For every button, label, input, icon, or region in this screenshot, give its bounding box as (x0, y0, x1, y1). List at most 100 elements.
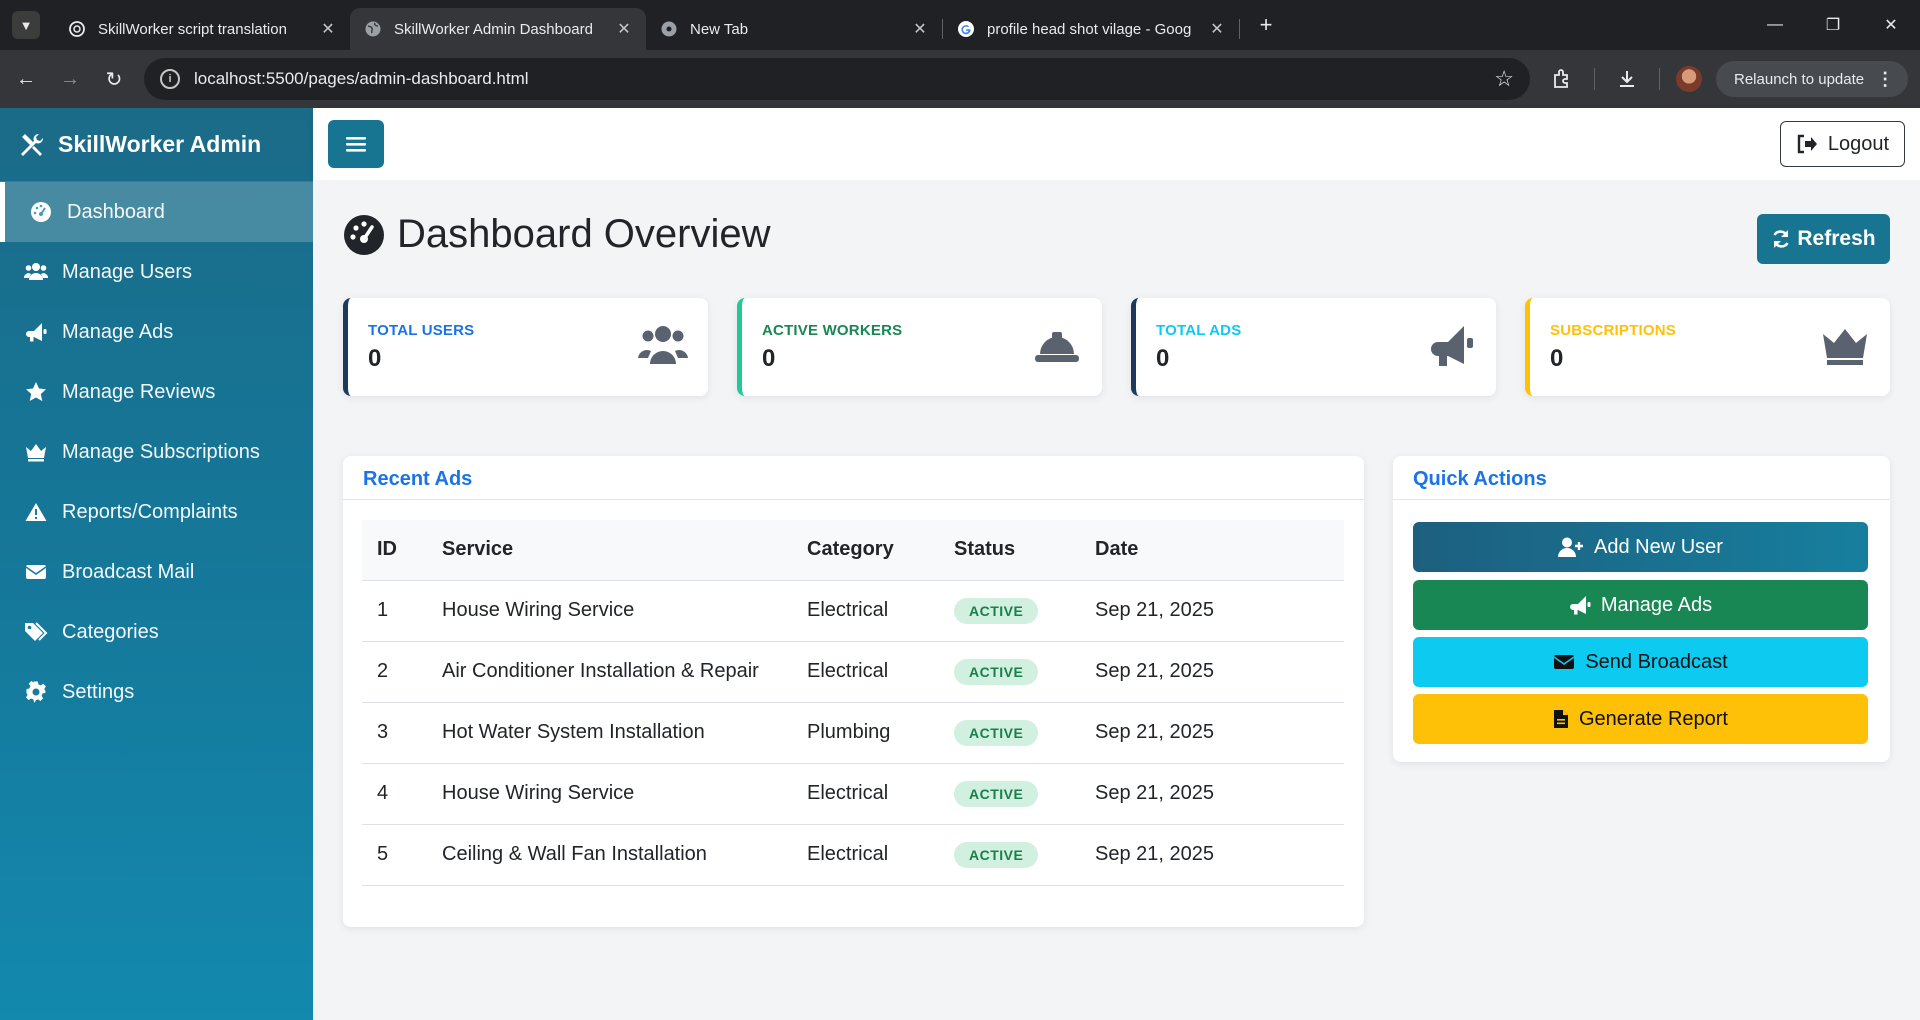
refresh-button[interactable]: Refresh (1757, 214, 1890, 264)
back-icon[interactable]: ← (8, 61, 44, 97)
cell-id: 2 (362, 641, 427, 703)
hamburger-icon (346, 137, 366, 152)
globe-icon (364, 20, 382, 38)
column-header: ID (362, 520, 427, 581)
tab-admin-dashboard[interactable]: SkillWorker Admin Dashboard ✕ (350, 8, 646, 50)
sidebar-item-reports[interactable]: Reports/Complaints (0, 482, 313, 542)
star-icon (24, 380, 48, 404)
column-header: Date (1080, 520, 1344, 581)
cell-category: Electrical (792, 641, 939, 703)
table-header-row: ID Service Category Status Date (362, 520, 1344, 581)
refresh-icon (1773, 230, 1790, 248)
stats-row: TOTAL USERS 0 ACTIVE WORKERS 0 TOTAL ADS… (343, 298, 1890, 396)
cell-date: Sep 21, 2025 (1080, 641, 1344, 703)
sidebar-item-label: Categories (62, 620, 159, 643)
sidebar-item-manage-ads[interactable]: Manage Ads (0, 302, 313, 362)
cell-category: Electrical (792, 824, 939, 886)
sidebar: SkillWorker Admin Dashboard Manage Users… (0, 108, 313, 1020)
tab-title: profile head shot vilage - Goog (987, 20, 1192, 38)
tab-skillworker-translation[interactable]: SkillWorker script translation ✕ (54, 8, 350, 50)
gauge-icon (344, 214, 384, 255)
sidebar-item-broadcast-mail[interactable]: Broadcast Mail (0, 542, 313, 602)
extensions-icon[interactable] (1542, 59, 1582, 99)
sidebar-toggle-button[interactable] (328, 120, 384, 168)
close-icon[interactable]: ✕ (318, 19, 338, 39)
card-title: Recent Ads (343, 456, 1364, 500)
tab-search-button[interactable]: ▼ (12, 11, 40, 39)
close-icon[interactable]: ✕ (1207, 19, 1227, 39)
sidebar-item-label: Dashboard (67, 200, 165, 223)
sidebar-item-settings[interactable]: Settings (0, 662, 313, 722)
status-badge: ACTIVE (954, 597, 1039, 624)
cell-date: Sep 21, 2025 (1080, 702, 1344, 764)
tab-google-search[interactable]: profile head shot vilage - Goog ✕ (943, 8, 1239, 50)
bookmark-star-icon[interactable]: ☆ (1494, 66, 1514, 92)
table-row[interactable]: 5 Ceiling & Wall Fan Installation Electr… (362, 824, 1344, 886)
recent-ads-card: Recent Ads ID Service Category Status Da… (343, 456, 1364, 927)
generate-report-button[interactable]: Generate Report (1413, 694, 1868, 744)
close-window-icon[interactable]: ✕ (1862, 0, 1920, 50)
quick-actions-card: Quick Actions Add New User Manage Ads Se… (1393, 456, 1890, 762)
sidebar-item-label: Manage Ads (62, 320, 174, 343)
cell-date: Sep 21, 2025 (1080, 580, 1344, 642)
url-text[interactable]: localhost:5500/pages/admin-dashboard.htm… (194, 69, 1494, 89)
table-row[interactable]: 4 House Wiring Service Electrical ACTIVE… (362, 763, 1344, 825)
envelope-icon (1553, 655, 1575, 669)
logout-button[interactable]: Logout (1780, 121, 1905, 167)
sidebar-item-label: Broadcast Mail (62, 560, 195, 583)
cell-id: 4 (362, 763, 427, 825)
sidebar-item-label: Manage Reviews (62, 380, 216, 403)
table-row[interactable]: 1 House Wiring Service Electrical ACTIVE… (362, 580, 1344, 642)
minimize-icon[interactable]: — (1746, 0, 1804, 50)
tab-title: SkillWorker Admin Dashboard (394, 20, 593, 38)
cell-service: House Wiring Service (427, 580, 792, 642)
more-menu-icon[interactable]: ⋮ (1876, 69, 1894, 90)
sidebar-brand[interactable]: SkillWorker Admin (0, 108, 313, 182)
new-tab-button[interactable]: + (1252, 12, 1280, 38)
sign-out-icon (1797, 134, 1817, 154)
reload-icon[interactable]: ↻ (96, 61, 132, 97)
tab-new-tab[interactable]: New Tab ✕ (646, 8, 942, 50)
forward-icon[interactable]: → (52, 61, 88, 97)
envelope-icon (24, 560, 48, 584)
users-icon (638, 326, 688, 364)
add-new-user-button[interactable]: Add New User (1413, 522, 1868, 572)
card-title: Quick Actions (1393, 456, 1890, 500)
manage-ads-button[interactable]: Manage Ads (1413, 580, 1868, 630)
close-icon[interactable]: ✕ (614, 19, 634, 39)
cell-status: ACTIVE (939, 763, 1080, 825)
gauge-icon (29, 200, 53, 224)
sidebar-item-dashboard[interactable]: Dashboard (0, 182, 313, 242)
relaunch-button[interactable]: Relaunch to update ⋮ (1716, 61, 1909, 97)
button-label: Add New User (1594, 535, 1723, 558)
download-icon[interactable] (1607, 59, 1647, 99)
cell-date: Sep 21, 2025 (1080, 763, 1344, 825)
cell-id: 3 (362, 702, 427, 764)
address-bar[interactable]: i localhost:5500/pages/admin-dashboard.h… (144, 58, 1530, 100)
sidebar-item-categories[interactable]: Categories (0, 602, 313, 662)
sidebar-item-label: Settings (62, 680, 135, 703)
status-badge: ACTIVE (954, 780, 1039, 807)
site-info-icon[interactable]: i (160, 69, 180, 89)
button-label: Manage Ads (1600, 593, 1713, 616)
main-content: Dashboard Overview Refresh TOTAL USERS 0… (313, 180, 1920, 1020)
profile-avatar[interactable] (1676, 66, 1702, 92)
sidebar-item-manage-reviews[interactable]: Manage Reviews (0, 362, 313, 422)
crown-icon (1823, 329, 1867, 365)
restore-icon[interactable]: ❐ (1804, 0, 1862, 50)
chrome-icon (660, 20, 678, 38)
stat-card-total-users: TOTAL USERS 0 (343, 298, 708, 396)
stat-card-total-ads: TOTAL ADS 0 (1131, 298, 1496, 396)
send-broadcast-button[interactable]: Send Broadcast (1413, 637, 1868, 687)
sidebar-item-manage-subscriptions[interactable]: Manage Subscriptions (0, 422, 313, 482)
brand-title: SkillWorker Admin (58, 131, 262, 157)
table-row[interactable]: 2 Air Conditioner Installation & Repair … (362, 641, 1344, 703)
cell-id: 1 (362, 580, 427, 642)
cell-category: Electrical (792, 763, 939, 825)
close-icon[interactable]: ✕ (910, 19, 930, 39)
tools-icon (21, 133, 44, 156)
megaphone-icon (24, 320, 48, 344)
table-row[interactable]: 3 Hot Water System Installation Plumbing… (362, 702, 1344, 764)
browser-tab-bar: ▼ SkillWorker script translation ✕ Skill… (0, 0, 1920, 50)
sidebar-item-manage-users[interactable]: Manage Users (0, 242, 313, 302)
